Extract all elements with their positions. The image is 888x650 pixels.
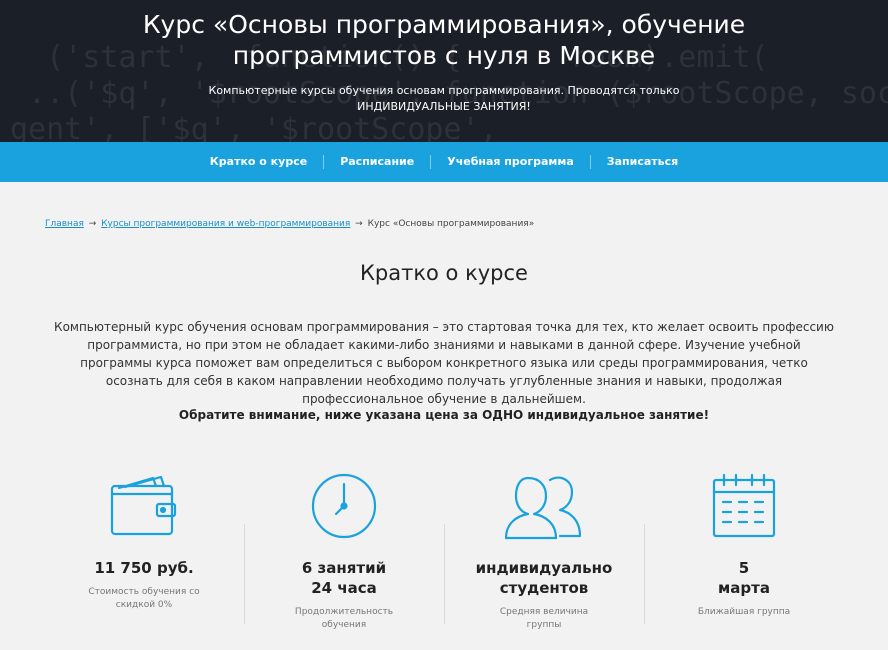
breadcrumb-home-link[interactable]: Главная	[45, 219, 84, 229]
feature-value: 6 занятий 24 часа	[301, 559, 387, 597]
clock-icon	[244, 472, 444, 544]
feature-value: индивидуально студентов	[475, 559, 613, 597]
feature-label: Стоимость обучения со скидкой 0%	[88, 587, 200, 610]
price-notice: Обратите внимание, ниже указана цена за …	[178, 408, 710, 422]
breadcrumb-separator: →	[355, 219, 363, 229]
people-icon	[444, 472, 644, 544]
course-description: Компьютерный курс обучения основам прогр…	[54, 320, 834, 406]
nav-item-signup[interactable]: Записаться	[589, 155, 694, 169]
breadcrumb: Главная → Курсы программирования и web-п…	[45, 219, 534, 229]
feature-label: Ближайшая группа	[697, 607, 791, 617]
feature-price: 11 750 руб. Стоимость обучения со скидко…	[44, 472, 244, 650]
main-content: Главная → Курсы программирования и web-п…	[0, 182, 888, 650]
nav-item-overview[interactable]: Кратко о курсе	[194, 155, 323, 169]
breadcrumb-current: Курс «Основы программирования»	[367, 219, 535, 229]
wallet-icon	[44, 472, 244, 544]
page-subtitle: Компьютерные курсы обучения основам прог…	[208, 84, 680, 113]
feature-value: 11 750 руб.	[94, 559, 194, 577]
feature-label: Средняя величина группы	[499, 607, 589, 630]
breadcrumb-separator: →	[88, 219, 97, 229]
feature-next-group: 5 марта Ближайшая группа	[644, 472, 844, 650]
calendar-icon	[644, 472, 844, 544]
course-features: 11 750 руб. Стоимость обучения со скидко…	[44, 472, 844, 650]
feature-group-size: индивидуально студентов Средняя величина…	[444, 472, 644, 650]
hero-banner: ('start', function() { room).emit( ion(i…	[0, 0, 888, 142]
feature-duration: 6 занятий 24 часа Продолжительность обуч…	[244, 472, 444, 650]
section-nav: Кратко о курсе Расписание Учебная програ…	[0, 142, 888, 182]
feature-label: Продолжительность обучения	[294, 607, 394, 630]
nav-item-program[interactable]: Учебная программа	[430, 155, 590, 169]
page-title: Курс «Основы программирования», обучение…	[142, 10, 746, 70]
breadcrumb-category-link[interactable]: Курсы программирования и web-программиро…	[101, 219, 350, 229]
section-title: Кратко о курсе	[360, 261, 528, 285]
nav-item-schedule[interactable]: Расписание	[323, 155, 430, 169]
feature-value: 5 марта	[718, 559, 770, 597]
